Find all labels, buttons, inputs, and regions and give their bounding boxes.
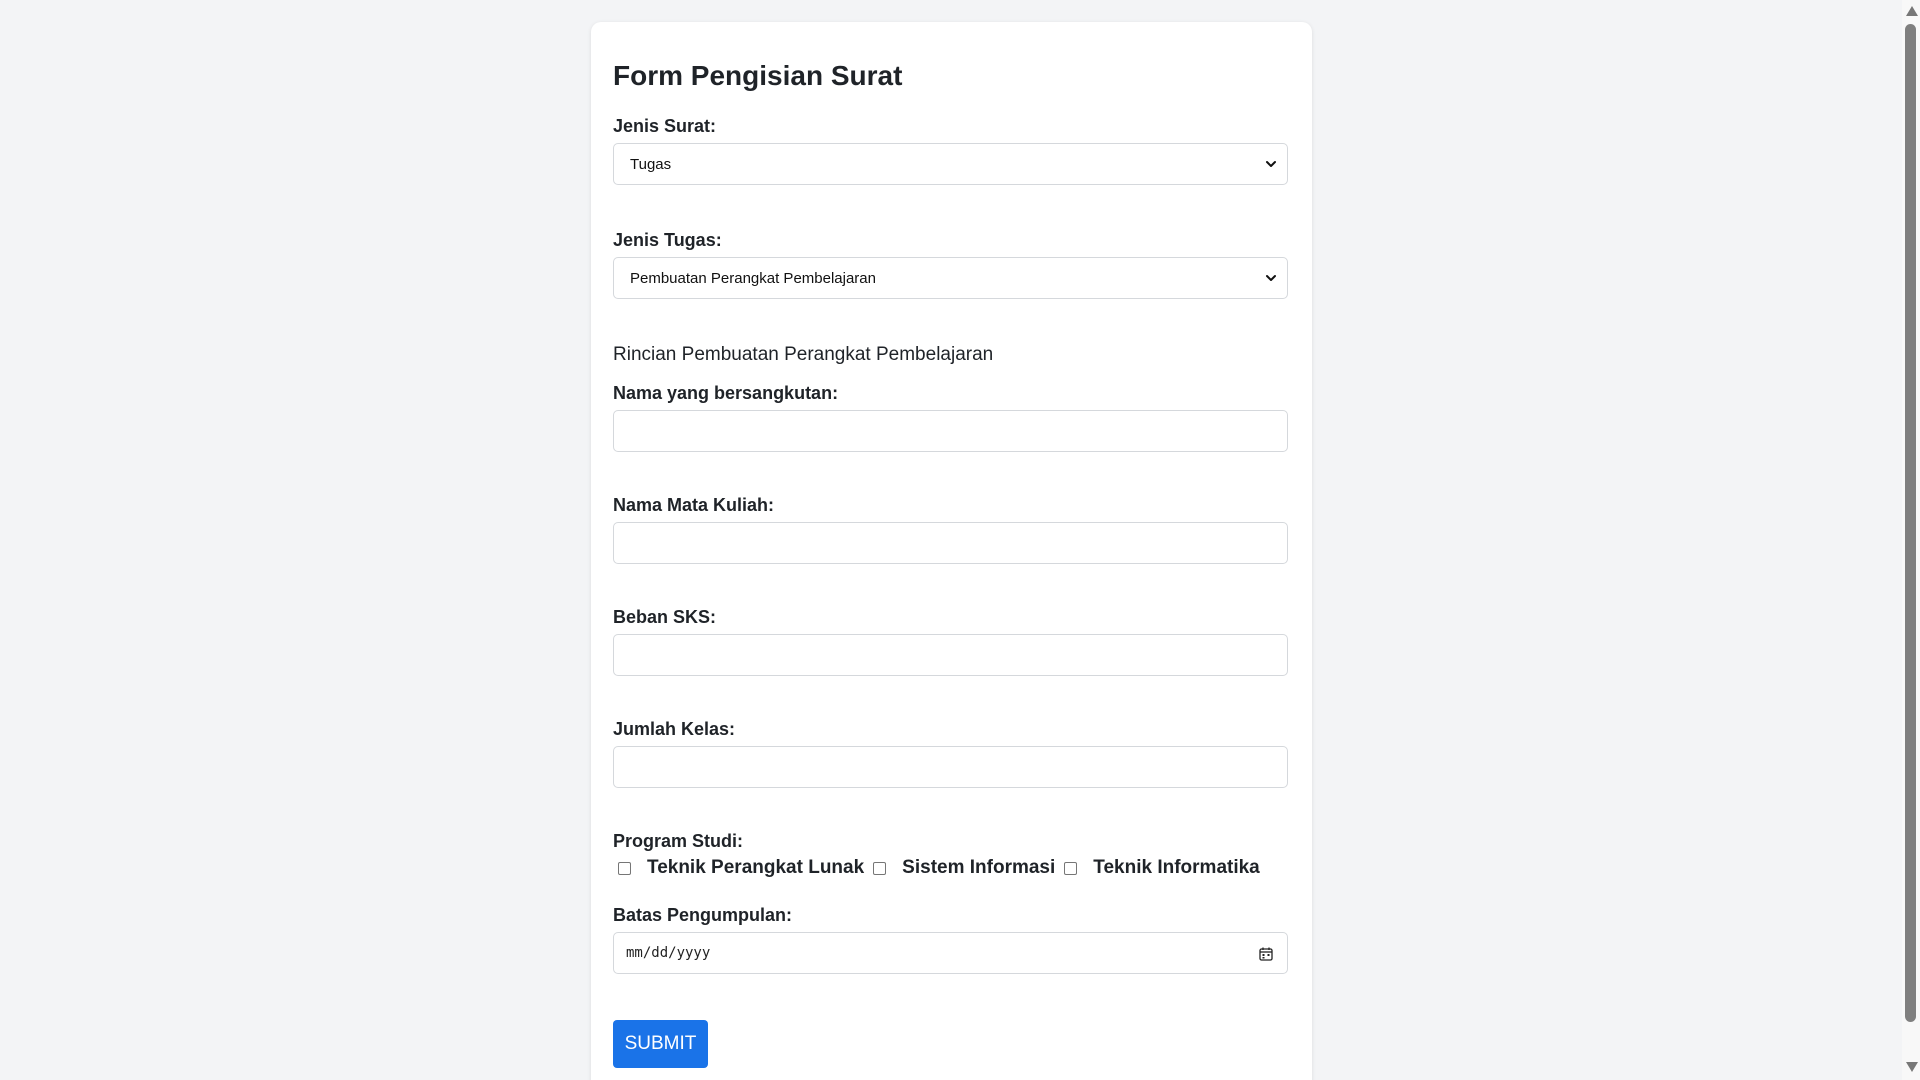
mata-kuliah-label: Nama Mata Kuliah: (613, 495, 775, 515)
scroll-down-icon[interactable] (1906, 1062, 1918, 1072)
program-studi-checkbox[interactable] (618, 861, 631, 875)
scrollbar-thumb[interactable] (1905, 24, 1916, 1022)
beban-sks-label: Beban SKS: (613, 607, 717, 627)
jenis-tugas-value: Pembuatan Perangkat Pembelajaran (630, 270, 876, 287)
submit-button[interactable]: SUBMIT (613, 1020, 708, 1068)
batas-pengumpulan-label: Batas Pengumpulan: (613, 905, 793, 925)
program-studi-option[interactable]: Sistem Informasi (868, 857, 1055, 879)
nama-input[interactable] (613, 410, 1288, 452)
jumlah-kelas-input[interactable] (613, 746, 1288, 788)
section-title: Rincian Pembuatan Perangkat Pembelajaran (613, 344, 994, 365)
date-placeholder: mm/dd/yyyy (626, 945, 711, 961)
jenis-surat-select[interactable]: Tugas (613, 143, 1288, 185)
chevron-down-icon (1266, 275, 1276, 281)
program-studi-option[interactable]: Teknik Perangkat Lunak (613, 857, 864, 879)
page-title: Form Pengisian Surat (613, 60, 903, 91)
jenis-tugas-select[interactable]: Pembuatan Perangkat Pembelajaran (613, 257, 1288, 299)
program-studi-checkbox[interactable] (1064, 861, 1078, 875)
program-studi-option-label: Teknik Informatika (1093, 857, 1260, 878)
chevron-down-icon (1266, 161, 1276, 167)
batas-pengumpulan-date-input[interactable]: mm/dd/yyyy (613, 932, 1288, 974)
program-studi-label: Program Studi: (613, 831, 744, 851)
program-studi-options: Teknik Perangkat Lunak Sistem Informasi … (613, 855, 1264, 881)
jumlah-kelas-label: Jumlah Kelas: (613, 719, 736, 739)
jenis-surat-label: Jenis Surat: (613, 116, 717, 136)
calendar-icon[interactable] (1258, 946, 1274, 962)
program-studi-option-label: Sistem Informasi (902, 857, 1056, 878)
jenis-surat-value: Tugas (630, 156, 672, 173)
beban-sks-input[interactable] (613, 634, 1288, 676)
nama-label: Nama yang bersangkutan: (613, 383, 839, 403)
program-studi-option-label: Teknik Perangkat Lunak (647, 857, 865, 878)
program-studi-option[interactable]: Teknik Informatika (1059, 857, 1260, 879)
page: Form Pengisian Surat Jenis Surat: Tugas … (0, 0, 1920, 1080)
vertical-scrollbar[interactable] (1902, 0, 1920, 1080)
program-studi-checkbox[interactable] (873, 861, 887, 875)
scroll-up-icon[interactable] (1906, 6, 1918, 16)
mata-kuliah-input[interactable] (613, 522, 1288, 564)
jenis-tugas-label: Jenis Tugas: (613, 230, 722, 250)
